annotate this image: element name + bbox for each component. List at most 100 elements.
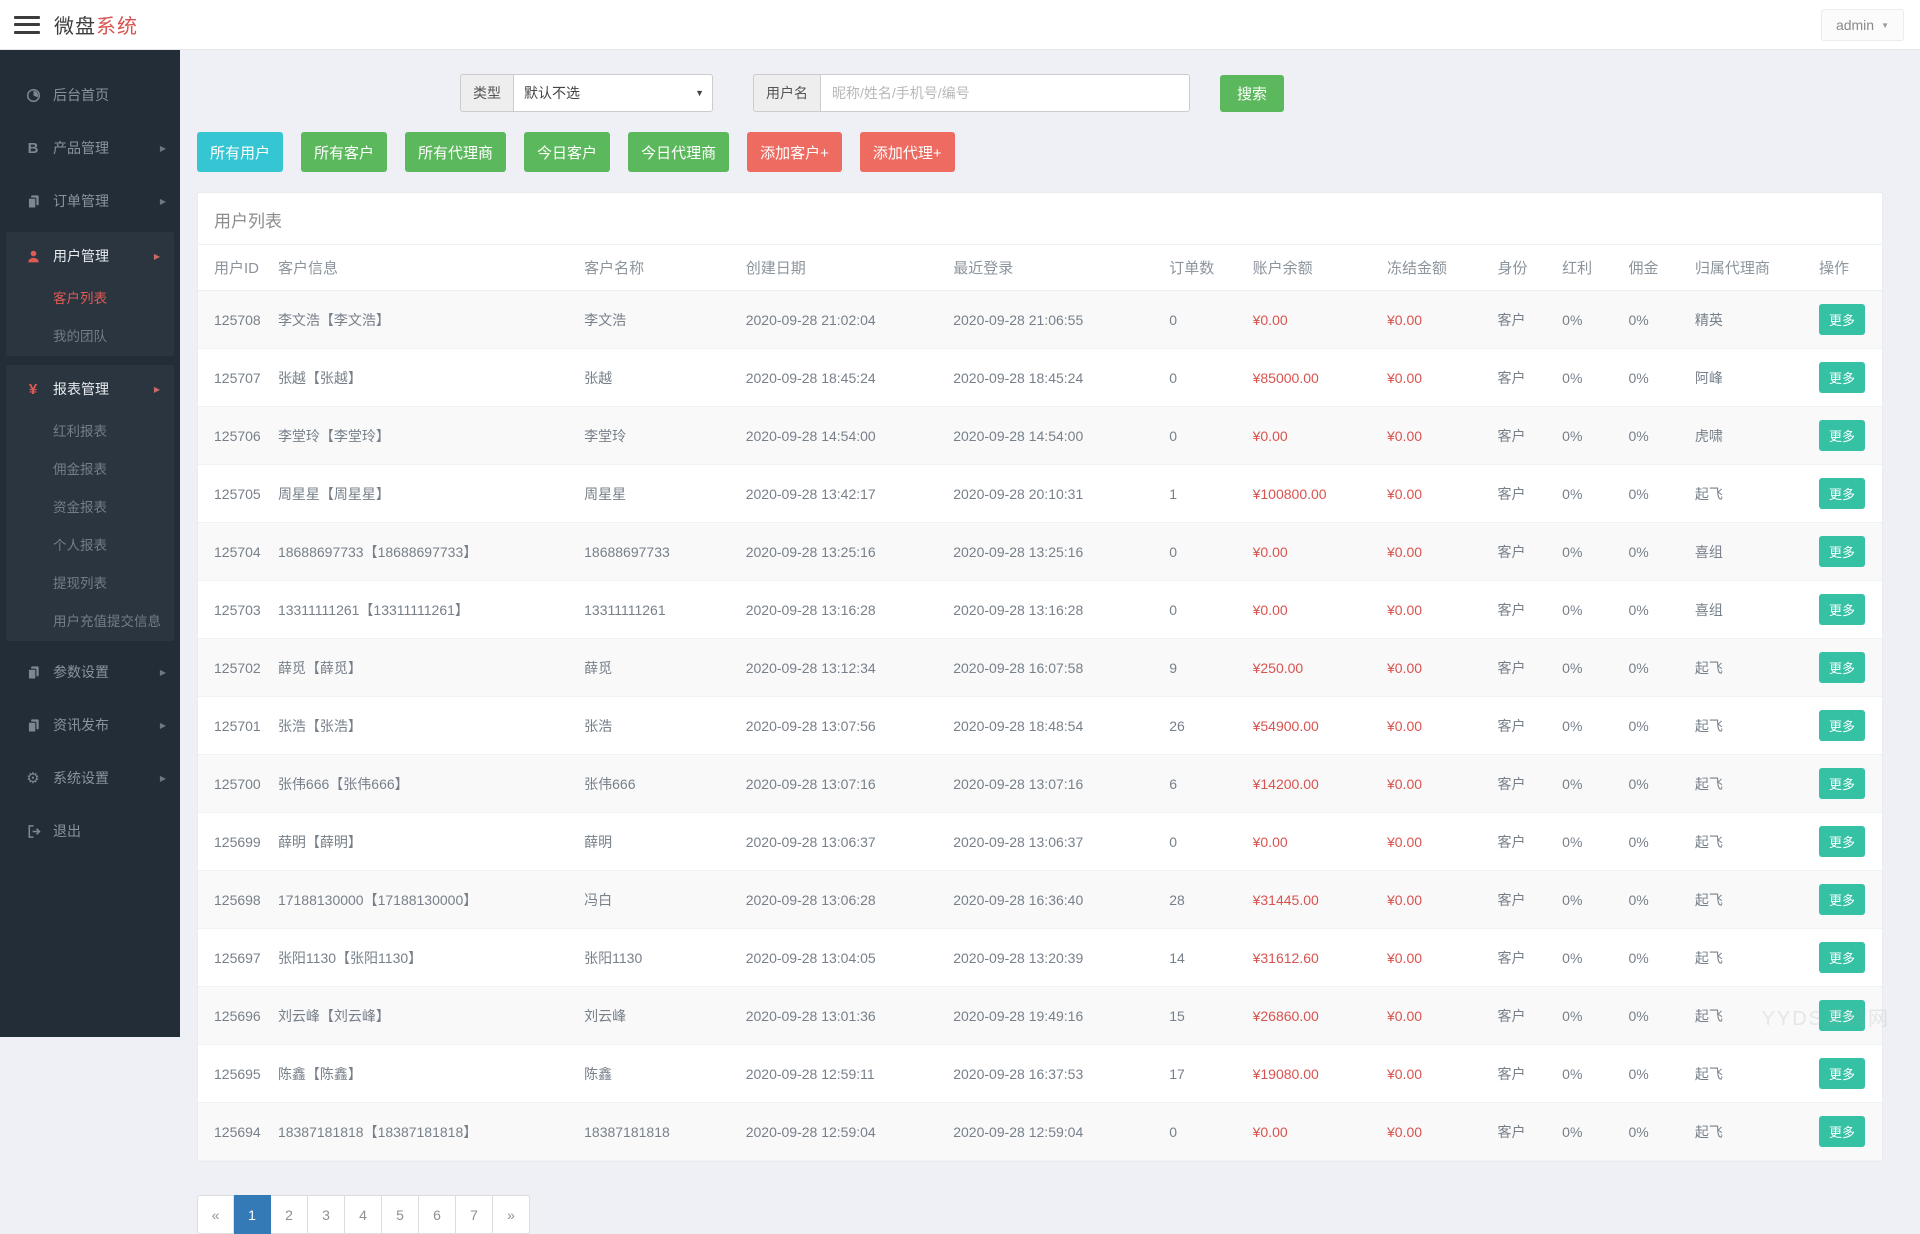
sidebar-item-yen[interactable]: ¥报表管理▶ [6,367,174,411]
action-button[interactable]: 添加客户+ [747,132,842,172]
action-button[interactable]: 添加代理+ [860,132,955,172]
cell-customer-info: 13311111261【13311111261】 [278,581,584,639]
chevron-right-icon: ▶ [160,197,166,206]
more-button[interactable]: 更多 [1819,362,1865,393]
cell-customer-info: 薛明【薛明】 [278,813,584,871]
sidebar-item-params[interactable]: 参数设置▶ [0,650,180,694]
sidebar-item-news[interactable]: 资讯发布▶ [0,703,180,747]
cell-user-id: 125704 [198,523,278,581]
sidebar-subitem[interactable]: 红利报表 [6,411,174,449]
cell-customer-info: 张浩【张浩】 [278,697,584,755]
cell-order-count: 6 [1169,755,1252,813]
more-button[interactable]: 更多 [1819,710,1865,741]
more-button[interactable]: 更多 [1819,478,1865,509]
admin-user-dropdown[interactable]: admin ▼ [1821,9,1904,41]
pagination-page-4[interactable]: 4 [345,1195,382,1234]
sidebar-item-orders[interactable]: 订单管理 ▶ [0,179,180,223]
more-button[interactable]: 更多 [1819,420,1865,451]
action-button[interactable]: 今日客户 [524,132,610,172]
cell-created-date: 2020-09-28 12:59:11 [746,1045,954,1103]
more-button[interactable]: 更多 [1819,1058,1865,1089]
cell-last-login: 2020-09-28 18:45:24 [953,349,1169,407]
params-icon [22,665,44,680]
cell-user-id: 125707 [198,349,278,407]
pagination-page-7[interactable]: 7 [456,1195,493,1234]
cell-role: 客户 [1498,871,1563,929]
column-header: 最近登录 [953,245,1169,291]
cell-order-count: 0 [1169,813,1252,871]
cell-customer-name: 李堂玲 [584,407,746,465]
column-header: 红利 [1562,245,1628,291]
cell-balance: ¥85000.00 [1253,349,1387,407]
cell-actions: 更多 [1819,639,1882,697]
yen-icon: ¥ [22,381,44,398]
search-button[interactable]: 搜索 [1220,75,1284,112]
pagination-page-1[interactable]: 1 [234,1195,271,1234]
pagination-page-2[interactable]: 2 [271,1195,308,1234]
cell-customer-info: 周星星【周星星】 [278,465,584,523]
cell-customer-name: 刘云峰 [584,987,746,1045]
cell-dividend: 0% [1562,581,1628,639]
type-select[interactable]: 默认不选 [513,74,713,112]
cell-actions: 更多 [1819,465,1882,523]
sidebar-item-gears[interactable]: ⚙系统设置▶ [0,756,180,800]
cell-created-date: 2020-09-28 13:07:56 [746,697,954,755]
sidebar-item-label: 订单管理 [53,191,109,211]
cell-last-login: 2020-09-28 16:37:53 [953,1045,1169,1103]
cell-dividend: 0% [1562,523,1628,581]
sidebar-subitem[interactable]: 用户充值提交信息 [6,601,174,639]
action-button[interactable]: 所有用户 [197,132,283,172]
cell-created-date: 2020-09-28 18:45:24 [746,349,954,407]
table-row: 12569817188130000【17188130000】冯白2020-09-… [198,871,1882,929]
pagination-prev[interactable]: « [197,1195,234,1234]
more-button[interactable]: 更多 [1819,1116,1865,1147]
cell-last-login: 2020-09-28 20:10:31 [953,465,1169,523]
sidebar-subitem[interactable]: 佣金报表 [6,449,174,487]
cell-user-id: 125697 [198,929,278,987]
cell-commission: 0% [1629,407,1695,465]
cell-actions: 更多 [1819,523,1882,581]
sidebar-subitem[interactable]: 客户列表 [6,278,174,316]
cell-role: 客户 [1498,465,1563,523]
cell-customer-name: 张浩 [584,697,746,755]
cell-order-count: 15 [1169,987,1252,1045]
action-button[interactable]: 所有客户 [301,132,387,172]
sidebar-item-logout[interactable]: 退出 [0,809,180,853]
action-button[interactable]: 今日代理商 [628,132,729,172]
sidebar-item-dashboard[interactable]: 后台首页 [0,73,180,117]
username-search-input[interactable] [820,74,1190,112]
sidebar-subitem[interactable]: 提现列表 [6,563,174,601]
cell-frozen-amount: ¥0.00 [1387,291,1498,349]
pagination-page-5[interactable]: 5 [382,1195,419,1234]
more-button[interactable]: 更多 [1819,536,1865,567]
sidebar-item-user[interactable]: 用户管理▶ [6,234,174,278]
sidebar-subitem[interactable]: 资金报表 [6,487,174,525]
cell-created-date: 2020-09-28 13:42:17 [746,465,954,523]
more-button[interactable]: 更多 [1819,768,1865,799]
cell-frozen-amount: ¥0.00 [1387,407,1498,465]
pagination-page-6[interactable]: 6 [419,1195,456,1234]
sidebar-subitem[interactable]: 我的团队 [6,316,174,354]
more-button[interactable]: 更多 [1819,884,1865,915]
column-header: 订单数 [1169,245,1252,291]
action-button[interactable]: 所有代理商 [405,132,506,172]
cell-balance: ¥0.00 [1253,581,1387,639]
pagination-page-3[interactable]: 3 [308,1195,345,1234]
more-button[interactable]: 更多 [1819,594,1865,625]
more-button[interactable]: 更多 [1819,304,1865,335]
sidebar-item-bitcoin[interactable]: B产品管理▶ [0,126,180,170]
pagination-next[interactable]: » [493,1195,530,1234]
hamburger-menu-icon[interactable] [14,16,40,34]
panel-title: 用户列表 [198,193,1882,244]
sidebar-item-label: 报表管理 [53,379,109,399]
dashboard-icon [22,88,44,103]
cell-customer-info: 陈鑫【陈鑫】 [278,1045,584,1103]
cell-dividend: 0% [1562,639,1628,697]
cell-user-id: 125701 [198,697,278,755]
sidebar-subitem[interactable]: 个人报表 [6,525,174,563]
more-button[interactable]: 更多 [1819,652,1865,683]
more-button[interactable]: 更多 [1819,826,1865,857]
more-button[interactable]: 更多 [1819,942,1865,973]
cell-customer-name: 陈鑫 [584,1045,746,1103]
cell-balance: ¥31445.00 [1253,871,1387,929]
